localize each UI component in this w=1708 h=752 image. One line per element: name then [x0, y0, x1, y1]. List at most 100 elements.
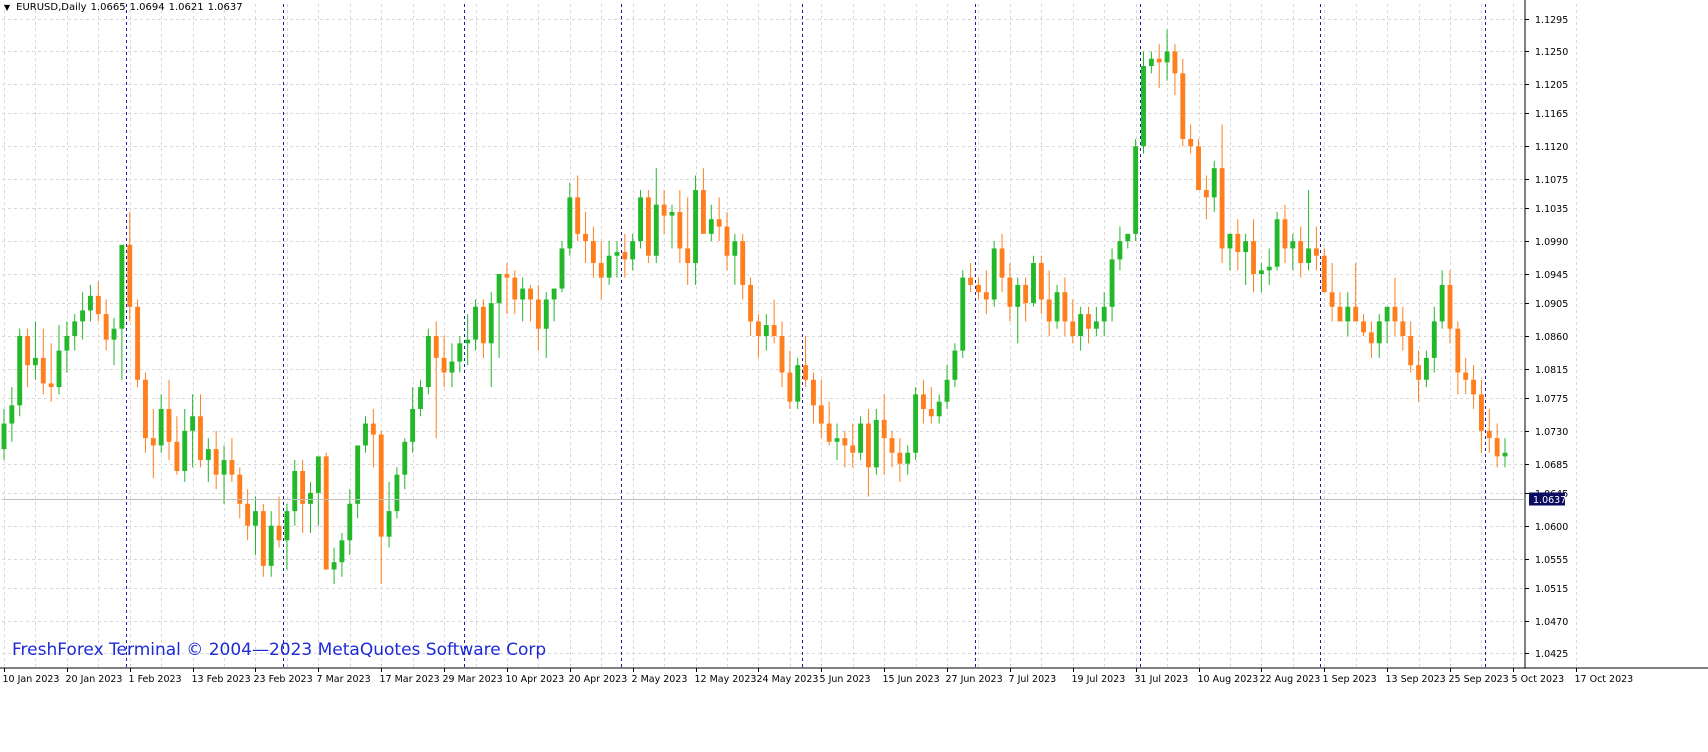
candle: [1235, 219, 1241, 271]
candle: [103, 299, 109, 351]
candle-body: [1164, 51, 1170, 63]
candle: [1376, 314, 1382, 358]
candle: [1408, 321, 1414, 373]
candle-body: [653, 204, 659, 256]
candle: [1282, 204, 1288, 264]
candle: [48, 343, 54, 402]
candle-body: [48, 383, 54, 388]
candle-body: [1471, 379, 1477, 395]
candle: [614, 241, 620, 278]
candle-body: [480, 306, 486, 344]
candle: [1384, 306, 1390, 344]
candle-body: [457, 343, 463, 362]
y-tick-label: 1.0555: [1535, 555, 1568, 566]
candle: [842, 430, 848, 468]
candle-body: [811, 379, 816, 406]
candle-body: [685, 248, 691, 264]
candle: [1219, 124, 1225, 264]
candle-body: [253, 511, 258, 526]
candle: [32, 321, 38, 380]
candle-body: [1046, 299, 1052, 322]
candle-body: [80, 310, 86, 322]
candle: [512, 270, 518, 315]
candle: [418, 379, 423, 417]
candle: [1031, 255, 1036, 307]
candle: [803, 336, 809, 388]
candle: [1196, 138, 1201, 191]
candle: [999, 233, 1005, 293]
candle: [567, 182, 573, 256]
candle: [1141, 51, 1146, 154]
y-tick-label: 1.1075: [1535, 175, 1568, 186]
candle-body: [284, 511, 290, 541]
candle: [858, 416, 864, 461]
candle-body: [567, 197, 573, 249]
candle-body: [433, 336, 439, 358]
candle: [1258, 263, 1264, 293]
candle-body: [276, 525, 282, 541]
candle-body: [638, 197, 643, 242]
candle: [402, 438, 408, 490]
candle-body: [850, 445, 856, 453]
candle: [292, 460, 298, 526]
candle: [253, 496, 258, 555]
candle-body: [740, 241, 746, 285]
candle-body: [245, 503, 251, 526]
candle-body: [166, 408, 172, 442]
candle-body: [575, 197, 581, 234]
candle: [1274, 211, 1280, 271]
candle: [960, 270, 966, 358]
candle-body: [873, 419, 879, 468]
candle-body: [889, 438, 895, 453]
candle: [1471, 365, 1477, 409]
candle: [1251, 219, 1256, 293]
candle: [323, 452, 329, 570]
candle-body: [119, 244, 125, 329]
candle-body: [983, 292, 989, 300]
candle: [1133, 138, 1139, 242]
candle-body: [1141, 66, 1146, 147]
candle: [763, 314, 769, 351]
x-tick-label: 25 Sep 2023: [1449, 674, 1509, 685]
candle-body: [308, 492, 313, 504]
candle-body: [95, 295, 101, 315]
candle-body: [1416, 365, 1421, 380]
candle: [921, 379, 926, 424]
candle: [64, 321, 70, 373]
candle: [182, 408, 188, 482]
candle: [1054, 284, 1060, 329]
candle-body: [590, 241, 596, 264]
candle: [221, 445, 227, 504]
candle: [1400, 306, 1406, 351]
candle-body: [622, 252, 628, 260]
candle-body: [1156, 58, 1162, 63]
candle-body: [1086, 314, 1091, 329]
candle: [583, 211, 588, 264]
candle: [693, 175, 698, 285]
candle-body: [677, 211, 683, 249]
candle-body: [1455, 328, 1461, 373]
candle-body: [378, 434, 384, 537]
candle-body: [528, 288, 533, 300]
y-tick-label: 1.1295: [1535, 15, 1568, 26]
x-tick-label: 7 Jul 2023: [1009, 674, 1057, 685]
chevron-down-icon[interactable]: ▼: [4, 3, 10, 12]
x-tick-label: 13 Feb 2023: [192, 674, 251, 685]
candle-body: [465, 339, 471, 344]
y-tick-label: 1.0515: [1535, 584, 1568, 595]
candle-body: [1054, 292, 1060, 322]
candle-body: [1408, 336, 1414, 366]
candle: [433, 321, 439, 439]
candle-body: [190, 416, 196, 431]
candle-body: [40, 357, 46, 384]
candle: [1502, 438, 1508, 468]
candle: [1117, 226, 1123, 271]
candle-body: [1439, 284, 1445, 322]
y-tick-label: 1.0600: [1535, 522, 1568, 533]
candle-body: [763, 325, 769, 336]
candle-body: [386, 511, 392, 537]
candle: [873, 408, 879, 475]
candle-body: [111, 328, 117, 340]
y-tick-label: 1.0860: [1535, 332, 1568, 343]
candle-body: [748, 284, 754, 322]
